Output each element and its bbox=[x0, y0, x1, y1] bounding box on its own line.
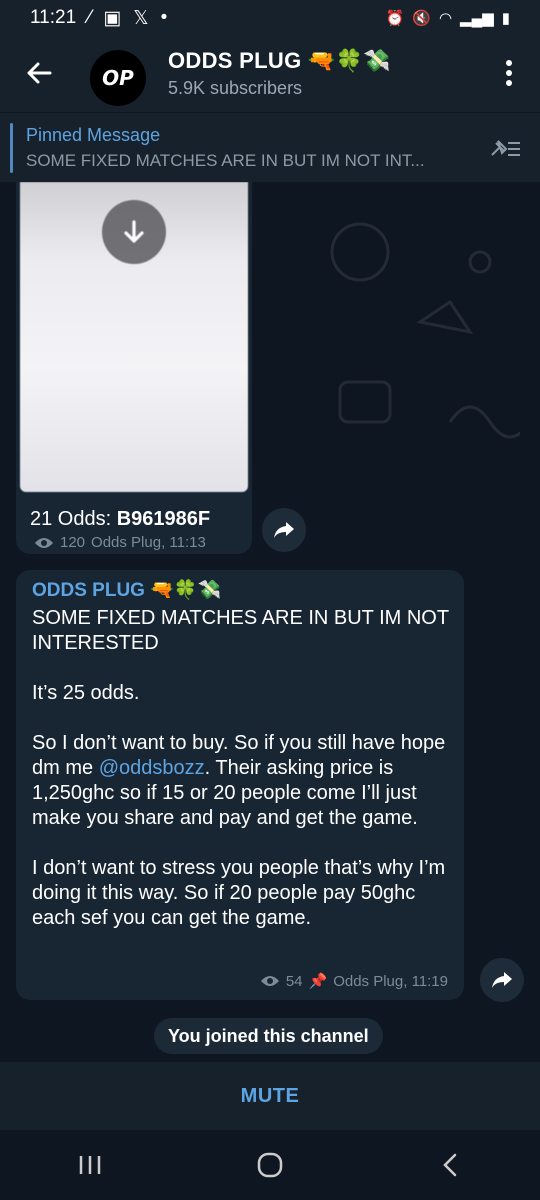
pin-list-icon[interactable] bbox=[488, 133, 522, 163]
joined-service-message: You joined this channel bbox=[154, 1018, 383, 1054]
sender-name[interactable]: ODDS PLUG 🔫🍀💸 bbox=[32, 578, 221, 602]
chat-area[interactable]: 21 Odds: B961986F 120 Odds Plug, 11:13 O… bbox=[0, 182, 540, 1062]
pinned-message-bar[interactable]: Pinned Message SOME FIXED MATCHES ARE IN… bbox=[0, 112, 540, 183]
share-arrow-icon bbox=[274, 522, 294, 538]
download-button[interactable] bbox=[102, 200, 166, 264]
eye-icon bbox=[260, 976, 279, 986]
view-count: 54 bbox=[285, 972, 303, 990]
mute-bar: MUTE bbox=[0, 1062, 540, 1130]
odds-code: B961986F bbox=[116, 508, 211, 530]
pinned-text: SOME FIXED MATCHES ARE IN BUT IM NOT INT… bbox=[26, 151, 425, 170]
signal-bars-icon: ▂▄▆ bbox=[460, 10, 494, 27]
wifi-icon: ◠ bbox=[438, 10, 453, 27]
channel-title[interactable]: ODDS PLUG 🔫🍀💸 bbox=[168, 48, 391, 74]
media-preview[interactable] bbox=[20, 182, 248, 492]
eye-icon bbox=[35, 537, 53, 548]
status-bar: 11:21 ⁄ ▣ 𝕏 • ⏰ 🔇 ◠ ▂▄▆ ▮ bbox=[0, 0, 540, 36]
chat-wallpaper-doodle bbox=[330, 222, 520, 439]
author-time: Odds Plug, 11:13 bbox=[91, 534, 206, 551]
message-body: SOME FIXED MATCHES ARE IN BUT IM NOT INT… bbox=[32, 607, 449, 929]
dot-icon: • bbox=[160, 7, 168, 28]
alarm-icon: ⏰ bbox=[385, 10, 405, 27]
x-icon: 𝕏 bbox=[133, 7, 149, 29]
signal-icon: ⁄ bbox=[88, 7, 92, 28]
subscriber-count: 5.9K subscribers bbox=[168, 78, 303, 98]
odds-text: 21 Odds: B961986F bbox=[30, 508, 211, 530]
pinned-indicator bbox=[10, 123, 13, 173]
pinned-label: Pinned Message bbox=[26, 125, 161, 145]
share-arrow-icon bbox=[492, 972, 512, 988]
system-nav-bar bbox=[0, 1130, 540, 1200]
battery-icon: ▮ bbox=[501, 10, 510, 27]
message-meta: 54 📌 Odds Plug, 11:19 bbox=[260, 972, 448, 990]
message-meta: 120 Odds Plug, 11:13 bbox=[34, 534, 206, 551]
chat-header: OP ODDS PLUG 🔫🍀💸 5.9K subscribers bbox=[0, 36, 540, 112]
view-count: 120 bbox=[60, 534, 86, 551]
message-bubble-announcement[interactable]: ODDS PLUG 🔫🍀💸 SOME FIXED MATCHES ARE IN … bbox=[16, 570, 464, 1000]
more-options-icon[interactable] bbox=[504, 58, 514, 88]
mute-icon: 🔇 bbox=[412, 10, 431, 27]
download-arrow-icon bbox=[124, 220, 144, 243]
recent-apps-icon[interactable] bbox=[70, 1145, 110, 1185]
home-icon[interactable] bbox=[250, 1145, 290, 1185]
nav-back-icon[interactable] bbox=[430, 1145, 470, 1185]
status-time: 11:21 bbox=[30, 7, 77, 28]
channel-avatar[interactable]: OP bbox=[90, 50, 146, 106]
share-button[interactable] bbox=[262, 508, 306, 552]
pinned-pin-icon: 📌 bbox=[308, 973, 328, 990]
share-button[interactable] bbox=[480, 958, 524, 1002]
back-arrow-icon[interactable] bbox=[24, 58, 54, 88]
author-time: Odds Plug, 11:19 bbox=[333, 972, 448, 990]
mute-button[interactable]: MUTE bbox=[235, 1084, 306, 1109]
gallery-icon: ▣ bbox=[103, 7, 122, 29]
message-bubble-odds[interactable]: 21 Odds: B961986F 120 Odds Plug, 11:13 bbox=[16, 182, 252, 554]
mention-link[interactable]: @oddsbozz bbox=[99, 757, 205, 779]
